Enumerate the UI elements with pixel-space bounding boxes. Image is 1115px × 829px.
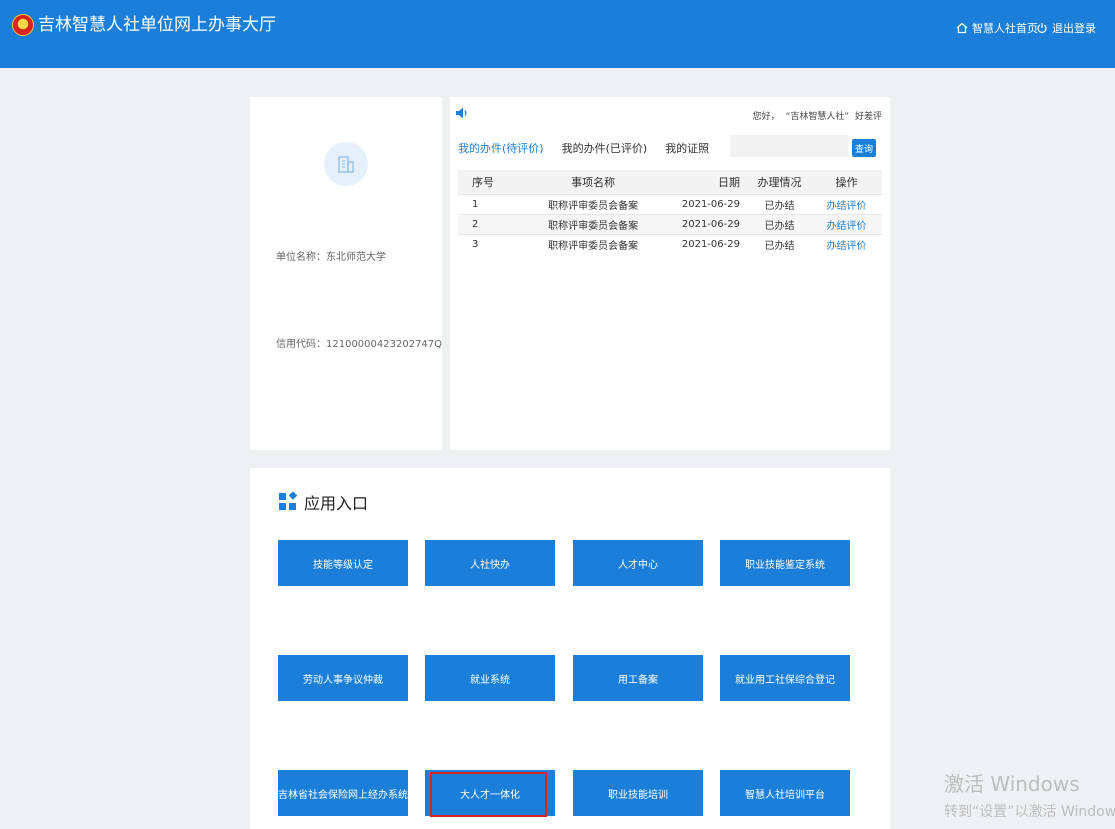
home-link-label: 智慧人社首页 [972, 22, 1038, 35]
watermark-title: 激活 Windows [944, 772, 1080, 796]
emblem-icon [12, 14, 34, 36]
search-input[interactable] [730, 135, 848, 157]
table-row: 1 职称评审委员会备案 2021-06-29 已办结 办结评价 [458, 194, 882, 215]
app-button-social-insurance-online[interactable]: 吉林省社会保险网上经办系统 [278, 770, 408, 816]
row-status: 已办结 [748, 214, 812, 235]
building-icon [324, 142, 368, 186]
row-operation-cell: 办结评价 [811, 214, 882, 235]
apps-section-title: 应用入口 [278, 490, 368, 514]
greeting-text: 您好， “吉林智慧人社” 好差评 [747, 109, 882, 122]
tasks-table: 序号 事项名称 日期 办理情况 操作 1 职称评审委员会备案 2021-06-2… [458, 170, 882, 254]
app-button-labor-arbitration[interactable]: 劳动人事争议仲裁 [278, 655, 408, 701]
row-status: 已办结 [748, 234, 812, 254]
app-button-skill-appraisal-system[interactable]: 职业技能鉴定系统 [720, 540, 850, 586]
app-button-training-platform[interactable]: 智慧人社培训平台 [720, 770, 850, 816]
row-date: 2021-06-29 [657, 194, 748, 215]
home-link[interactable]: 智慧人社首页 [956, 20, 1038, 36]
home-icon [956, 22, 968, 34]
app-button-skill-training[interactable]: 职业技能培训 [573, 770, 703, 816]
column-header-status: 办理情况 [748, 170, 812, 195]
row-item-name: 职称评审委员会备案 [528, 194, 658, 215]
apps-title-label: 应用入口 [304, 494, 369, 513]
row-operation-cell: 办结评价 [811, 234, 882, 254]
app-button-quick-service[interactable]: 人社快办 [425, 540, 555, 586]
row-date: 2021-06-29 [657, 234, 748, 254]
greeting-prefix: 您好， [752, 112, 780, 122]
table-header-row: 序号 事项名称 日期 办理情况 操作 [458, 170, 882, 195]
apps-grid-icon [279, 492, 298, 510]
speaker-icon [456, 107, 467, 119]
column-header-operation: 操作 [811, 170, 882, 195]
selection-highlight-box [430, 772, 547, 817]
column-header-index: 序号 [458, 170, 529, 195]
app-button-employment-system[interactable]: 就业系统 [425, 655, 555, 701]
app-title: 吉林智慧人社单位网上办事大厅 [38, 15, 276, 35]
power-icon [1037, 23, 1047, 33]
column-header-name: 事项名称 [528, 170, 658, 195]
table-row: 3 职称评审委员会备案 2021-06-29 已办结 办结评价 [458, 234, 882, 254]
app-button-skill-level-certification[interactable]: 技能等级认定 [278, 540, 408, 586]
my-tasks-card: 您好， “吉林智慧人社” 好差评 我的办件(待评价) 我的办件(已评价) 我的证照 … [450, 97, 890, 450]
app-button-talent-center[interactable]: 人才中心 [573, 540, 703, 586]
row-item-name: 职称评审委员会备案 [528, 234, 658, 254]
row-item-name: 职称评审委员会备案 [528, 214, 658, 235]
greeting-name: “吉林智慧人社” [785, 112, 849, 122]
unit-name: 单位名称：东北师范大学 [276, 252, 386, 263]
review-link[interactable]: 办结评价 [827, 201, 867, 212]
logout-link-label: 退出登录 [1052, 22, 1096, 35]
row-operation-cell: 办结评价 [811, 194, 882, 215]
table-row: 2 职称评审委员会备案 2021-06-29 已办结 办结评价 [458, 214, 882, 235]
unit-info-card: 单位名称：东北师范大学 信用代码：12100000423202747Q [250, 97, 442, 450]
column-header-date: 日期 [657, 170, 748, 195]
row-index: 1 [458, 194, 529, 215]
row-index: 3 [458, 234, 529, 254]
unit-credit-code: 信用代码：12100000423202747Q [276, 339, 443, 350]
windows-activation-watermark: 激活 Windows 转到“设置”以激活 Windows。 [944, 768, 1115, 821]
watermark-subtitle: 转到“设置”以激活 Windows。 [944, 804, 1115, 820]
app-button-comprehensive-registration[interactable]: 就业用工社保综合登记 [720, 655, 850, 701]
row-date: 2021-06-29 [657, 214, 748, 235]
logout-link[interactable]: 退出登录 [1036, 20, 1096, 36]
row-index: 2 [458, 214, 529, 235]
review-link[interactable]: 办结评价 [827, 221, 867, 232]
top-header: 吉林智慧人社单位网上办事大厅 智慧人社首页 退出登录 [0, 0, 1115, 68]
tab-reviewed[interactable]: 我的办件(已评价) [562, 140, 648, 156]
task-tabs: 我的办件(待评价) 我的办件(已评价) 我的证照 [458, 140, 709, 156]
search-button[interactable]: 查询 [852, 139, 876, 157]
app-button-employment-filing[interactable]: 用工备案 [573, 655, 703, 701]
row-status: 已办结 [748, 194, 812, 215]
tab-pending-review[interactable]: 我的办件(待评价) [458, 140, 544, 156]
tab-my-licenses[interactable]: 我的证照 [665, 140, 709, 156]
review-link[interactable]: 办结评价 [827, 241, 867, 252]
greeting-suffix: 好差评 [854, 112, 882, 122]
